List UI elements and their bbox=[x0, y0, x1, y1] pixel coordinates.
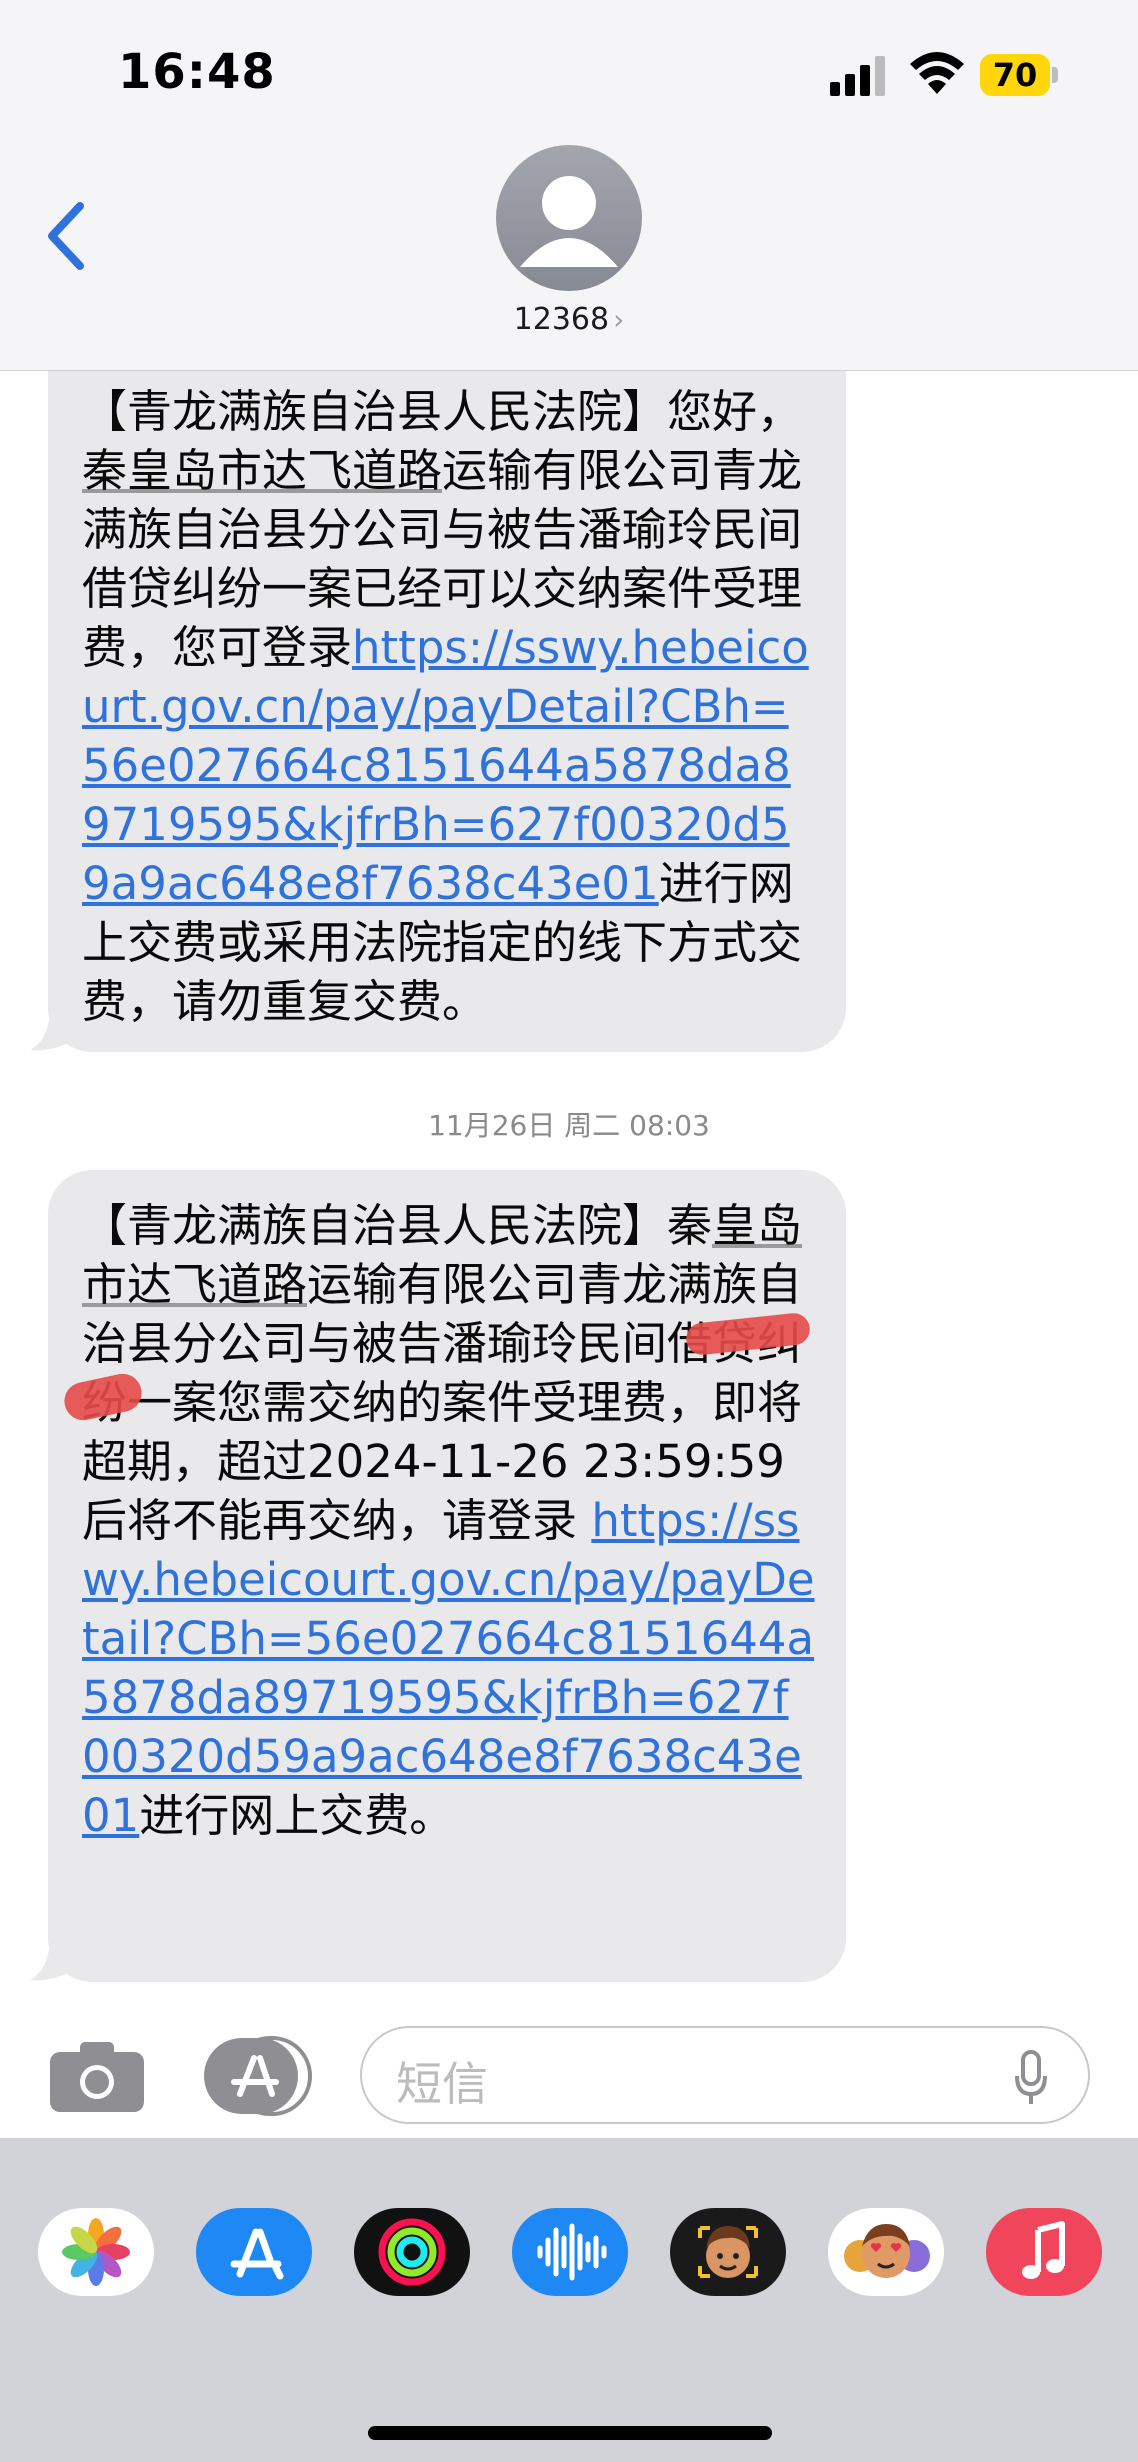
battery-level: 70 bbox=[980, 54, 1050, 96]
memoji-stickers-app-icon[interactable] bbox=[828, 2208, 944, 2296]
message-text: 【青龙满族自治县人民法院】秦 bbox=[82, 1199, 713, 1252]
memoji-app-icon[interactable] bbox=[670, 2208, 786, 2296]
message-text: 进行网上交费。 bbox=[139, 1789, 455, 1842]
app-store-apps-icon[interactable] bbox=[202, 2036, 312, 2116]
message-text-underlined[interactable]: 秦皇岛市达飞道路 bbox=[82, 444, 442, 497]
bubble-tail bbox=[30, 1012, 70, 1051]
music-app-icon[interactable] bbox=[986, 2208, 1102, 2296]
battery-icon: 70 bbox=[980, 54, 1058, 96]
imessage-app-drawer bbox=[0, 2138, 1138, 2462]
chevron-right-icon: › bbox=[613, 303, 625, 336]
contact-avatar[interactable] bbox=[496, 145, 642, 291]
microphone-icon[interactable] bbox=[1014, 2050, 1048, 2106]
photos-app-icon[interactable] bbox=[38, 2208, 154, 2296]
message-bubble[interactable]: 【青龙满族自治县人民法院】您好，秦皇岛市达飞道路运输有限公司青龙满族自治县分公司… bbox=[48, 330, 846, 1052]
message-text: 【青龙满族自治县人民法院】您好， bbox=[82, 385, 803, 438]
home-indicator bbox=[368, 2426, 772, 2440]
conversation-header: 12368 › bbox=[0, 140, 1138, 371]
cellular-signal-icon bbox=[830, 56, 885, 96]
status-time: 16:48 bbox=[118, 44, 276, 100]
camera-icon[interactable] bbox=[50, 2040, 144, 2112]
message-timestamp: 11月26日 周二 08:03 bbox=[428, 1109, 710, 1142]
wifi-icon bbox=[910, 52, 964, 94]
contact-number: 12368 bbox=[513, 302, 610, 337]
fitness-app-icon[interactable] bbox=[354, 2208, 470, 2296]
bubble-tail bbox=[30, 1942, 70, 1981]
back-chevron-icon[interactable] bbox=[40, 196, 100, 276]
status-bar: 16:48 70 bbox=[0, 0, 1138, 140]
message-input[interactable]: 短信 bbox=[360, 2026, 1090, 2124]
audio-message-app-icon[interactable] bbox=[512, 2208, 628, 2296]
contact-name[interactable]: 12368 › bbox=[0, 302, 1138, 337]
message-bubble[interactable]: 【青龙满族自治县人民法院】秦皇岛市达飞道路运输有限公司青龙满族自治县分公司与被告… bbox=[48, 1170, 846, 1982]
message-input-placeholder: 短信 bbox=[396, 2057, 488, 2111]
app-store-app-icon[interactable] bbox=[196, 2208, 312, 2296]
person-icon bbox=[520, 176, 618, 267]
